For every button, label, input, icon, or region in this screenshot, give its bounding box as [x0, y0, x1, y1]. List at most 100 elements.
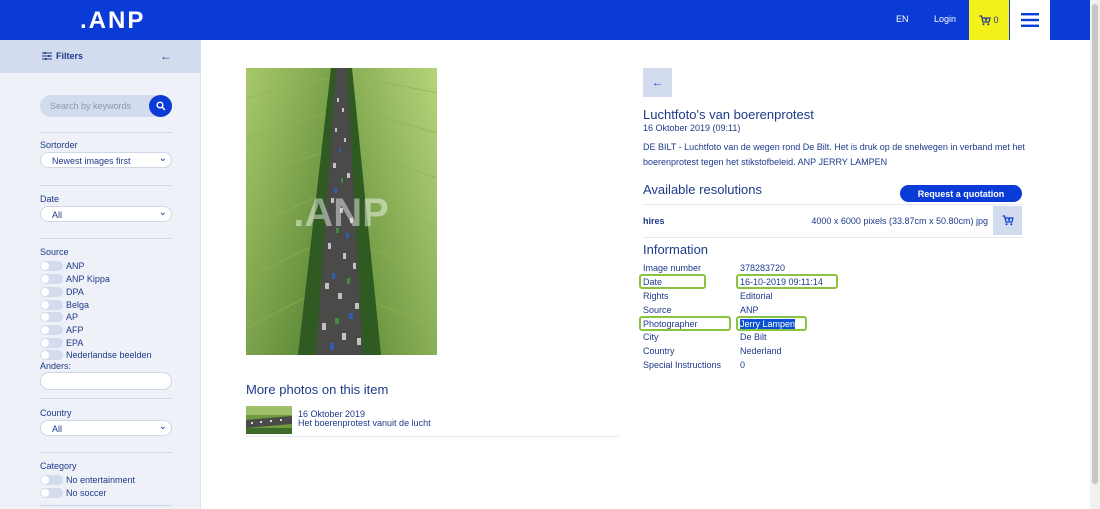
info-value: 378283720	[740, 263, 786, 273]
info-value: De Bilt	[740, 332, 767, 342]
highlight-box-photographer-value	[736, 316, 807, 331]
source-toggle-anp-kippa[interactable]: ANP Kippa	[40, 273, 110, 284]
arrow-left-icon: ←	[160, 49, 172, 63]
more-photo-caption[interactable]: Het boerenprotest vanuit de lucht	[298, 418, 431, 428]
chevron-down-icon: ⌄	[158, 207, 167, 218]
resolution-size: 4000 x 6000 pixels (33.87cm x 50.80cm) j…	[811, 216, 988, 226]
toggle-label: Nederlandse beelden	[66, 349, 152, 360]
toggle-label: Belga	[66, 299, 90, 310]
info-value: Nederland	[740, 346, 782, 356]
info-value: Editorial	[740, 291, 773, 301]
divider	[643, 204, 1023, 205]
toggle-label: No soccer	[66, 487, 107, 498]
chevron-down-icon: ⌄	[158, 421, 167, 432]
divider	[40, 398, 172, 399]
highlight-box-date-value	[736, 274, 838, 289]
source-toggle-ap[interactable]: AP	[40, 311, 78, 322]
info-value: 0	[740, 360, 746, 370]
info-key: Rights	[643, 291, 669, 301]
divider	[40, 185, 172, 186]
sortorder-select[interactable]: Newest images first ⌄	[40, 152, 172, 168]
sliders-icon	[42, 52, 52, 60]
page-scrollbar[interactable]	[1090, 0, 1100, 509]
sortorder-label: Sortorder	[40, 140, 78, 150]
toggle-switch[interactable]	[40, 337, 63, 348]
divider	[40, 505, 172, 506]
toggle-switch[interactable]	[40, 324, 63, 335]
divider	[40, 452, 172, 453]
toggle-label: AFP	[66, 324, 84, 335]
info-key: Country	[643, 346, 675, 356]
date-value: All	[52, 210, 63, 220]
scrollbar-thumb[interactable]	[1092, 4, 1098, 484]
anp-logo[interactable]: .ANP	[80, 7, 145, 35]
cart-button[interactable]: 0	[969, 0, 1009, 40]
date-select[interactable]: All ⌄	[40, 206, 172, 222]
category-toggle-no-entertainment[interactable]: No entertainment	[40, 474, 135, 485]
filters-sidebar: Filters ← Sortorder Newest images first …	[0, 40, 201, 509]
toggle-label: AP	[66, 311, 79, 322]
search-icon	[155, 101, 165, 111]
toggle-switch[interactable]	[40, 260, 63, 271]
cart-icon	[979, 14, 992, 25]
source-toggle-epa[interactable]: EPA	[40, 337, 83, 348]
divider	[643, 237, 1023, 238]
info-key: Source	[643, 305, 672, 315]
back-button[interactable]: ←	[643, 68, 672, 97]
category-toggle-no-soccer[interactable]: No soccer	[40, 487, 107, 498]
search-button[interactable]	[149, 95, 172, 117]
request-quotation-button[interactable]: Request a quotation	[900, 185, 1022, 202]
toggle-switch[interactable]	[40, 286, 63, 297]
toggle-switch[interactable]	[40, 487, 63, 498]
top-bar: .ANP EN Login 0	[0, 0, 1090, 40]
more-photo-thumbnail[interactable]	[246, 406, 292, 434]
collapse-filters-button[interactable]: ←	[160, 49, 172, 63]
highlight-box-date-key	[639, 274, 706, 289]
info-key: Image number	[643, 263, 702, 273]
source-toggle-afp[interactable]: AFP	[40, 324, 84, 335]
toggle-switch[interactable]	[40, 299, 63, 310]
country-select[interactable]: All ⌄	[40, 420, 172, 436]
sortorder-value: Newest images first	[52, 156, 131, 166]
search-input[interactable]	[50, 99, 146, 113]
source-toggle-anp[interactable]: ANP	[40, 260, 85, 271]
toggle-label: ANP	[66, 260, 85, 271]
information-title: Information	[643, 242, 709, 257]
source-toggle-nederlandse-beelden[interactable]: Nederlandse beelden	[40, 349, 152, 360]
toggle-label: ANP Kippa	[66, 273, 110, 284]
add-to-cart-button[interactable]	[993, 206, 1022, 235]
toggle-switch[interactable]	[40, 474, 63, 485]
cart-count: 0	[993, 15, 999, 25]
filters-header: Filters ←	[0, 40, 201, 73]
info-key: Special Instructions	[643, 360, 722, 370]
other-source-label: Anders:	[40, 361, 72, 371]
toggle-switch[interactable]	[40, 273, 63, 284]
divider	[40, 238, 172, 239]
other-source-input[interactable]	[40, 372, 172, 390]
toggle-switch[interactable]	[40, 349, 63, 360]
chevron-down-icon: ⌄	[158, 153, 167, 164]
highlight-box-photographer-key	[639, 316, 731, 331]
source-toggle-belga[interactable]: Belga	[40, 299, 89, 310]
date-label: Date	[40, 194, 60, 204]
more-photos-item[interactable]: 16 Oktober 2019 Het boerenprotest vanuit…	[246, 406, 619, 437]
toggle-label: EPA	[66, 337, 84, 348]
aerial-photo-image: .ANP	[246, 68, 437, 355]
filters-label: Filters	[56, 51, 84, 61]
image-description: DE BILT - Luchtfoto van de wegen rond De…	[643, 142, 1025, 167]
source-toggle-dpa[interactable]: DPA	[40, 286, 84, 297]
image-detail-main: .ANP More photos on this item 16 Oktober…	[201, 40, 1090, 509]
language-switch[interactable]: EN	[896, 14, 909, 24]
info-value: ANP	[740, 305, 759, 315]
country-value: All	[52, 424, 63, 434]
thumbnail-image	[246, 406, 292, 434]
menu-button[interactable]	[1010, 0, 1050, 40]
toggle-switch[interactable]	[40, 311, 63, 322]
toggle-label: No entertainment	[66, 474, 136, 485]
image-datetime: 16 Oktober 2019 (09:11)	[643, 123, 741, 133]
resolutions-title: Available resolutions	[643, 182, 762, 197]
more-photos-title: More photos on this item	[246, 382, 389, 397]
aerial-photo[interactable]: .ANP	[246, 68, 437, 355]
login-link[interactable]: Login	[934, 14, 956, 24]
cart-icon	[1002, 215, 1014, 226]
